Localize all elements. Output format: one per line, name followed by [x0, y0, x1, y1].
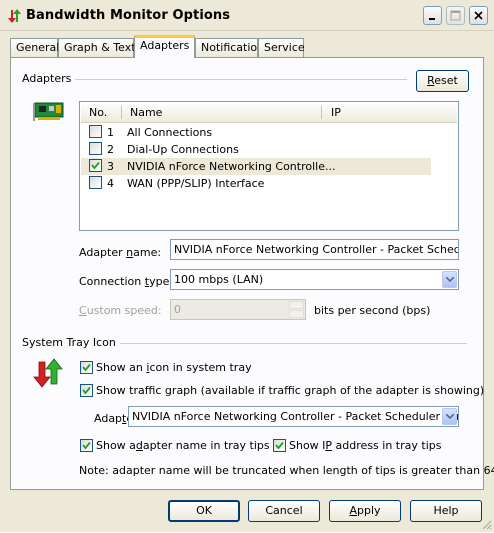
section-divider — [22, 79, 407, 80]
tab-label: Adapters — [140, 39, 190, 52]
column-divider[interactable] — [121, 106, 122, 119]
window-title: Bandwidth Monitor Options — [26, 8, 231, 23]
tray-arrows-icon — [33, 357, 65, 392]
tab-graph-text[interactable]: Graph & Text — [58, 38, 136, 57]
options-window: Bandwidth Monitor Options General Graph … — [0, 0, 494, 532]
show-name-checkbox[interactable] — [80, 439, 93, 452]
checkmark-icon — [91, 161, 100, 170]
custom-speed-label: Custom speed: — [79, 304, 162, 317]
chevron-down-icon — [446, 414, 454, 419]
adapter-checkbox[interactable] — [89, 125, 102, 138]
close-icon — [474, 11, 483, 20]
title-bar[interactable]: Bandwidth Monitor Options — [0, 0, 494, 31]
checkmark-icon — [82, 363, 91, 372]
adapter-checkbox[interactable] — [89, 176, 102, 189]
adapters-section-title: Adapters — [22, 72, 76, 85]
show-ip-label[interactable]: Show IP address in tray tips — [289, 439, 441, 452]
network-card-icon — [33, 100, 67, 127]
column-name[interactable]: Name — [130, 106, 162, 119]
adapter-number: 2 — [107, 143, 114, 156]
show-icon-label[interactable]: Show an icon in system tray — [96, 361, 252, 374]
apply-button[interactable]: Apply — [329, 500, 401, 522]
cancel-button[interactable]: Cancel — [248, 500, 320, 522]
adapter-number: 1 — [107, 126, 114, 139]
tab-notification[interactable]: Notification — [195, 38, 264, 57]
connection-type-value: 100 mbps (LAN) — [174, 273, 264, 286]
tab-label: Notification — [201, 41, 265, 54]
show-icon-checkbox[interactable] — [80, 361, 93, 374]
checkmark-icon — [82, 386, 91, 395]
show-graph-checkbox[interactable] — [80, 384, 93, 397]
minimize-icon — [429, 18, 435, 20]
tray-adapter-select[interactable]: NVIDIA nForce Networking Controller - Pa… — [128, 406, 459, 427]
adapter-name: WAN (PPP/SLIP) Interface — [127, 177, 265, 190]
adapter-checkbox[interactable] — [89, 142, 102, 155]
maximize-icon — [450, 10, 461, 21]
resize-grip-icon[interactable] — [480, 518, 492, 533]
adapters-list[interactable]: No. Name IP 1 All Connections 2 Dial-Up … — [79, 101, 459, 231]
tab-service[interactable]: Service — [258, 38, 305, 57]
minimize-button[interactable] — [423, 6, 442, 25]
bandwidth-arrows-icon — [7, 8, 23, 24]
tray-section-title: System Tray Icon — [22, 336, 120, 349]
apply-label: Apply — [349, 504, 381, 517]
list-item[interactable]: 2 Dial-Up Connections — [81, 141, 457, 158]
custom-speed-input[interactable]: 0 — [170, 299, 306, 320]
column-ip[interactable]: IP — [331, 106, 341, 119]
chevron-down-icon — [446, 277, 454, 282]
list-item[interactable]: 4 WAN (PPP/SLIP) Interface — [81, 175, 457, 192]
tray-adapter-value: NVIDIA nForce Networking Controller - Pa… — [132, 410, 459, 423]
maximize-button[interactable] — [446, 6, 465, 25]
truncation-note: Note: adapter name will be truncated whe… — [79, 464, 494, 477]
checkmark-icon — [275, 441, 284, 450]
column-no[interactable]: No. — [89, 106, 107, 119]
tab-label: Service — [264, 41, 305, 54]
custom-speed-unit: bits per second (bps) — [314, 304, 431, 317]
reset-label: Reset — [427, 74, 458, 87]
reset-button[interactable]: Reset — [416, 70, 469, 92]
adapter-number: 4 — [107, 177, 114, 190]
tab-label: Graph & Text — [64, 41, 136, 54]
list-item[interactable]: 1 All Connections — [81, 124, 457, 141]
tab-label: General — [16, 41, 60, 54]
checkmark-icon — [82, 441, 91, 450]
tab-general[interactable]: General — [10, 38, 60, 57]
show-ip-checkbox[interactable] — [273, 439, 286, 452]
show-name-label[interactable]: Show adapter name in tray tips — [96, 439, 270, 452]
adapter-name-field[interactable]: NVIDIA nForce Networking Controller - Pa… — [170, 239, 459, 260]
adapter-name: All Connections — [127, 126, 213, 139]
connection-type-select[interactable]: 100 mbps (LAN) — [170, 269, 459, 290]
custom-speed-value: 0 — [174, 303, 181, 316]
close-button[interactable] — [469, 6, 488, 25]
column-divider[interactable] — [321, 106, 322, 119]
list-header: No. Name IP — [81, 103, 457, 123]
adapter-name: Dial-Up Connections — [127, 143, 239, 156]
help-button[interactable]: Help — [410, 500, 482, 522]
ok-button[interactable]: OK — [168, 500, 240, 522]
show-graph-label[interactable]: Show traffic graph (available if traffic… — [96, 384, 484, 397]
spin-down-button[interactable] — [289, 310, 304, 318]
dropdown-button[interactable] — [442, 408, 457, 425]
tab-adapters[interactable]: Adapters — [134, 35, 195, 58]
adapter-checkbox[interactable] — [89, 159, 102, 172]
spin-up-button[interactable] — [289, 301, 304, 309]
speed-spinner[interactable] — [289, 301, 304, 318]
dropdown-button[interactable] — [442, 271, 457, 288]
adapter-name-label: Adapter name: — [79, 246, 162, 259]
list-item[interactable]: 3 NVIDIA nForce Networking Controlle... — [81, 158, 431, 175]
adapter-name: NVIDIA nForce Networking Controlle... — [127, 160, 336, 173]
adapter-number: 3 — [107, 160, 114, 173]
connection-type-label: Connection type: — [79, 275, 174, 288]
